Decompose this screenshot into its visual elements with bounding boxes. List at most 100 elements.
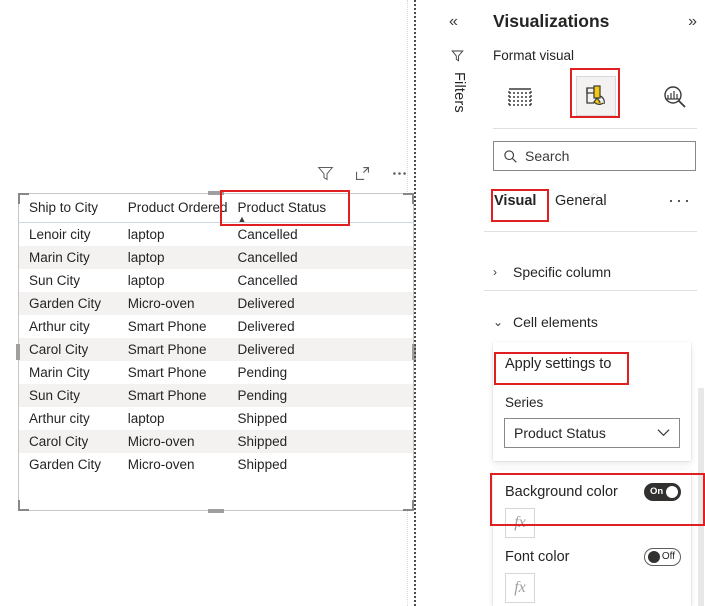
format-visual-subtitle: Format visual [493,48,575,63]
section-specific-column[interactable]: › Specific column [484,252,705,292]
table-row[interactable]: Sun City laptop Cancelled [19,269,413,292]
filter-icon[interactable] [315,163,335,183]
visualizations-header: Visualizations » [484,8,705,40]
cell-ship-to-city: Garden City [29,457,102,472]
visual-header-toolbar [315,163,409,183]
column-header-product-status[interactable]: Product Status ▲ [227,194,413,223]
cell-product-ordered: Smart Phone [117,338,228,361]
page-boundary [414,0,416,606]
toggle-state-label: On [650,486,664,497]
focus-mode-icon[interactable] [352,163,372,183]
format-subtab-strip: Visual General ··· [484,190,705,226]
font-color-fx-button[interactable]: fx [505,573,535,603]
data-table[interactable]: Ship to City Product Ordered Product Sta… [19,194,413,476]
resize-handle-bottom-right[interactable] [403,500,414,511]
more-options-icon[interactable] [389,163,409,183]
table-row[interactable]: Garden City Micro-oven Shipped [19,453,413,476]
font-color-label: Font color [505,549,570,565]
cell-product-status: Pending [227,384,413,407]
tab-visual[interactable]: Visual [494,193,536,209]
cell-product-ordered: Micro-oven [117,292,228,315]
filters-rail-label: Filters [451,72,467,113]
resize-handle-top-right[interactable] [403,193,414,204]
cell-ship-to-city: Sun City [19,384,118,407]
table-visual[interactable]: Ship to City Product Ordered Product Sta… [16,191,416,513]
report-canvas[interactable]: Ship to City Product Ordered Product Sta… [0,0,417,606]
cell-product-ordered: laptop [127,227,165,242]
cell-product-status: Shipped [227,430,413,453]
search-icon [503,149,518,164]
analytics-tab[interactable] [656,78,694,116]
background-color-toggle[interactable]: On [644,483,681,501]
font-color-toggle[interactable]: Off [644,548,681,566]
table-row[interactable]: Lenoir city laptop Cancelled [19,223,413,247]
cell-ship-to-city: Marin City [29,365,90,380]
apply-settings-card: Apply settings to Series Product Status [493,342,691,461]
column-header-label: Ship to City [29,200,99,215]
background-color-fx-button[interactable]: fx [505,508,535,538]
column-header-label: Product Status [237,200,327,215]
cell-ship-to-city: Lenoir city [29,227,91,242]
cell-product-ordered: Micro-oven [117,430,228,453]
pane-scrollbar-thumb[interactable] [698,388,704,606]
format-visual-tab[interactable] [576,76,616,116]
pane-title: Visualizations [493,11,610,31]
subtabs-divider [484,231,705,232]
cell-ship-to-city: Arthur city [29,319,90,334]
collapse-pane-icon[interactable]: « [449,14,458,30]
cell-product-ordered: laptop [127,273,165,288]
cell-ship-to-city: Carol City [19,430,118,453]
section-cell-elements[interactable]: ⌄ Cell elements [484,302,705,342]
font-color-row: Font color Off [505,547,681,567]
series-dropdown[interactable]: Product Status [504,418,680,448]
resize-handle-top[interactable] [208,191,224,195]
table-row[interactable]: Arthur city Smart Phone Delivered [19,315,413,338]
table-row[interactable]: Arthur city laptop Shipped [19,407,413,430]
cell-product-status: Delivered [237,319,295,334]
cell-product-status: Cancelled [227,246,413,269]
cell-ship-to-city: Carol City [19,338,118,361]
format-tabs-divider [493,128,698,129]
series-label: Series [505,395,544,410]
table-row[interactable]: Carol City Smart Phone Delivered [19,338,413,361]
column-header-ship-to-city[interactable]: Ship to City [19,194,118,223]
table-row[interactable]: Marin City laptop Cancelled [19,246,413,269]
cell-ship-to-city: Marin City [19,246,118,269]
table-row[interactable]: Sun City Smart Phone Pending [19,384,413,407]
cell-product-ordered: Smart Phone [117,384,228,407]
filters-rail[interactable]: « Filters [437,0,485,606]
table-header-row: Ship to City Product Ordered Product Sta… [19,194,413,223]
resize-handle-bottom[interactable] [208,509,224,513]
search-placeholder: Search [525,148,570,164]
table-row[interactable]: Garden City Micro-oven Delivered [19,292,413,315]
toggle-state-label: Off [661,551,675,562]
cell-product-status: Cancelled [237,273,298,288]
series-dropdown-value: Product Status [514,425,606,441]
background-color-row: Background color On [505,482,681,502]
chevron-down-icon [657,426,670,440]
resize-handle-top-left[interactable] [18,193,29,204]
chevron-down-icon: ⌄ [493,315,504,329]
expand-pane-icon[interactable]: » [688,13,697,31]
cell-ship-to-city: Garden City [19,292,118,315]
sort-ascending-icon: ▲ [237,214,247,223]
subtab-more-icon[interactable]: ··· [668,190,692,211]
build-visual-tab[interactable] [501,78,539,116]
toggle-knob [666,486,678,498]
cell-product-status: Shipped [237,411,288,426]
table-row[interactable]: Carol City Micro-oven Shipped [19,430,413,453]
resize-handle-bottom-left[interactable] [18,500,29,511]
cell-product-ordered: laptop [117,246,228,269]
table-row[interactable]: Marin City Smart Phone Pending [19,361,413,384]
pane-scrollbar[interactable] [697,0,705,606]
search-input[interactable]: Search [493,141,696,171]
table-body: Lenoir city laptop Cancelled Marin City lapt… [19,223,413,477]
column-header-product-ordered[interactable]: Product Ordered [117,194,228,223]
cell-product-ordered: Smart Phone [127,365,207,380]
cell-product-status: Shipped [237,457,288,472]
cell-ship-to-city: Arthur city [29,411,90,426]
tab-general[interactable]: General [555,193,607,209]
background-color-label: Background color [505,484,618,500]
column-header-label: Product Ordered [127,200,228,215]
resize-handle-left[interactable] [16,344,20,360]
